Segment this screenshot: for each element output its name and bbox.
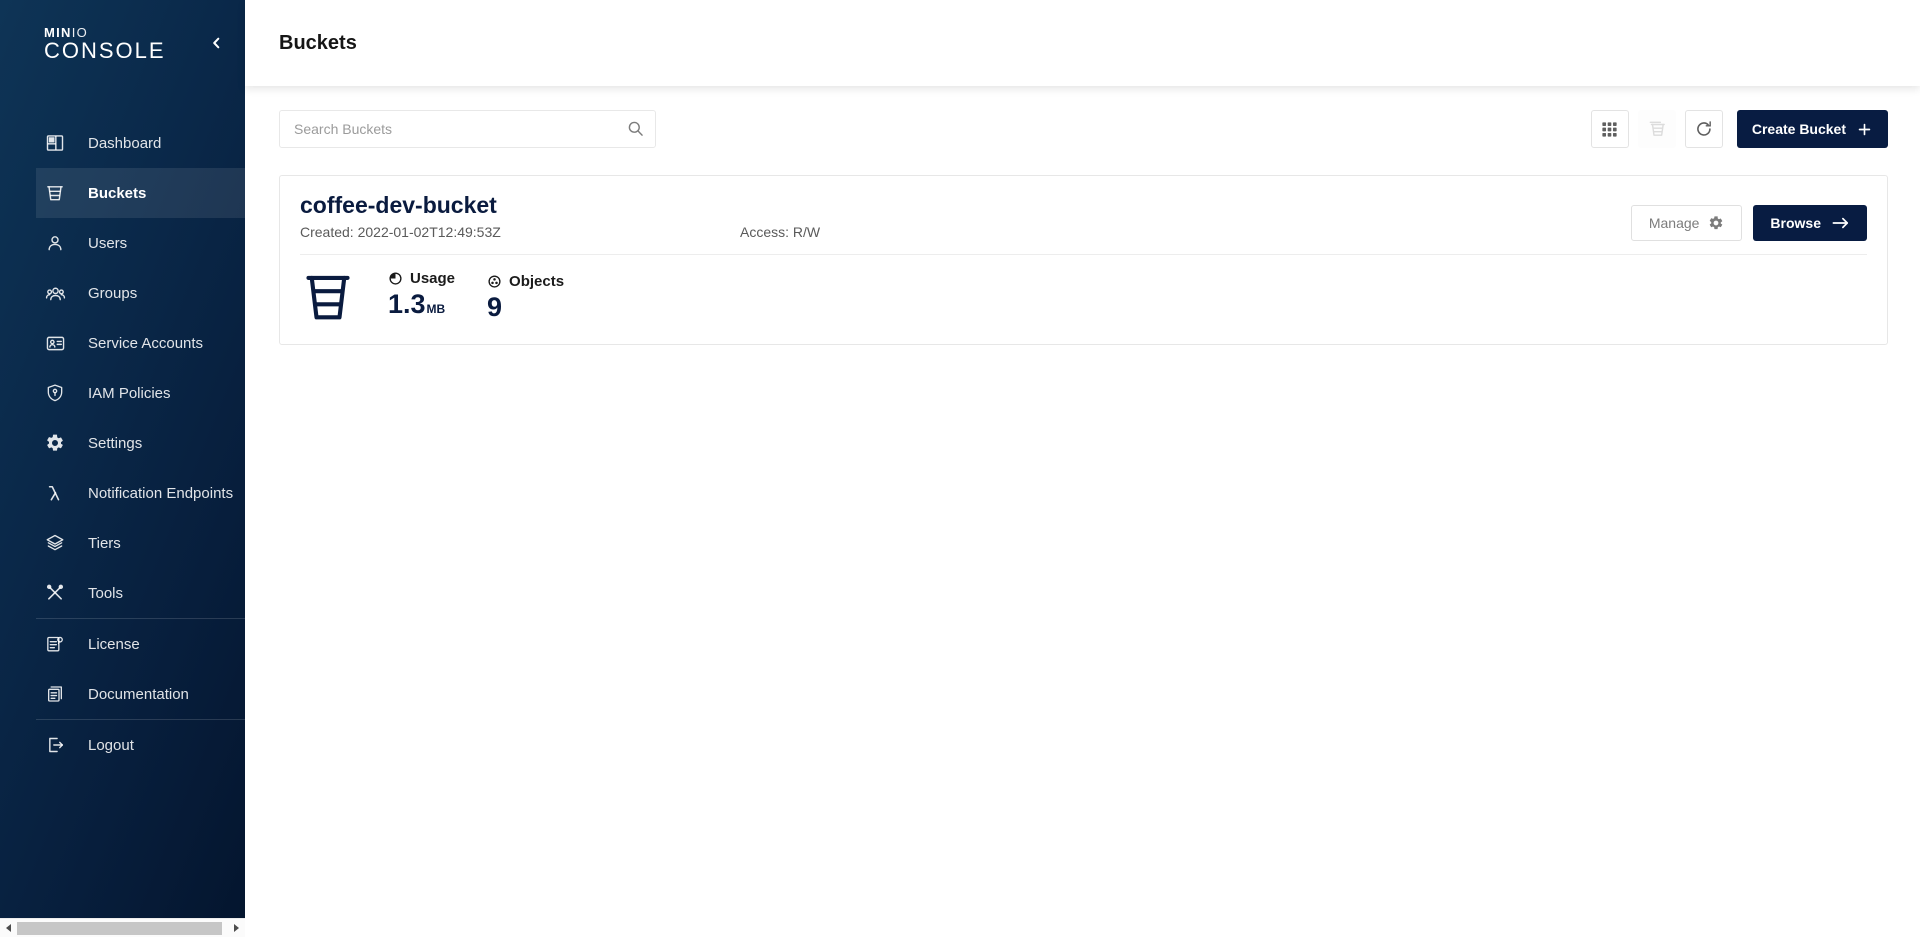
arrow-right-icon [1831, 215, 1850, 231]
create-bucket-button[interactable]: Create Bucket [1737, 110, 1888, 148]
bucket-headings: coffee-dev-bucket Created: 2022-01-02T12… [300, 192, 820, 241]
refresh-button[interactable] [1685, 110, 1723, 148]
sidebar-item-label: License [88, 636, 140, 653]
browse-label: Browse [1770, 215, 1821, 231]
sidebar-item-notification-endpoints[interactable]: Notification Endpoints [0, 468, 245, 518]
minio-brand-text: MINIO [44, 26, 166, 39]
objects-value: 9 [487, 292, 564, 322]
sidebar-item-dashboard[interactable]: Dashboard [0, 118, 245, 168]
sidebar-item-label: Groups [88, 285, 137, 302]
sidebar-item-label: Logout [88, 737, 134, 754]
search-buckets-field [279, 110, 656, 148]
refresh-icon [1694, 119, 1714, 139]
minio-console-logo: MINIO CONSOLE [44, 24, 166, 63]
objects-metric: Objects 9 [487, 273, 564, 322]
main-area: Buckets [245, 0, 1920, 937]
console-brand-text: CONSOLE [44, 39, 166, 63]
manage-label: Manage [1649, 215, 1700, 231]
sidebar-item-service-accounts[interactable]: Service Accounts [0, 318, 245, 368]
scrollbar-right-arrow[interactable] [228, 919, 245, 937]
manage-button[interactable]: Manage [1631, 205, 1743, 241]
usage-value: 1.3MB [388, 289, 455, 324]
logout-icon [44, 734, 66, 756]
usage-pie-icon [388, 271, 403, 286]
buckets-toolbar: Create Bucket [279, 110, 1888, 148]
browse-button[interactable]: Browse [1753, 205, 1867, 241]
page-header: Buckets [245, 0, 1920, 86]
sidebar-item-label: Dashboard [88, 135, 161, 152]
collapse-sidebar-button[interactable] [205, 31, 229, 55]
sidebar-item-settings[interactable]: Settings [0, 418, 245, 468]
gear-icon [1708, 215, 1724, 231]
sidebar-item-logout[interactable]: Logout [0, 720, 245, 770]
documentation-icon [44, 683, 66, 705]
minio-console-app: MINIO CONSOLE Dashboard Buckets [0, 0, 1920, 937]
tools-icon [44, 582, 66, 604]
bucket-created: Created: 2022-01-02T12:49:53Z [300, 224, 740, 240]
sidebar-item-label: Tools [88, 585, 123, 602]
bucket-access: Access: R/W [740, 224, 820, 240]
objects-metric-label: Objects [487, 273, 564, 290]
layers-icon [44, 532, 66, 554]
usage-metric: Usage 1.3MB [388, 270, 455, 324]
sidebar-item-label: Documentation [88, 686, 189, 703]
service-accounts-icon [44, 332, 66, 354]
sidebar-item-label: IAM Policies [88, 385, 171, 402]
lambda-icon [44, 482, 66, 504]
grid-view-button[interactable] [1591, 110, 1629, 148]
license-icon [44, 633, 66, 655]
sidebar-item-tools[interactable]: Tools [0, 568, 245, 618]
scrollbar-thumb[interactable] [17, 922, 222, 935]
user-icon [44, 232, 66, 254]
list-view-button[interactable] [1638, 110, 1676, 148]
usage-unit: MB [427, 302, 446, 316]
usage-metric-label: Usage [388, 270, 455, 287]
sidebar-item-label: Service Accounts [88, 335, 203, 352]
sidebar-item-label: Users [88, 235, 127, 252]
sidebar-item-buckets[interactable]: Buckets [0, 168, 245, 218]
usage-label: Usage [410, 270, 455, 287]
sidebar-horizontal-scrollbar[interactable] [0, 918, 245, 937]
sidebar-item-groups[interactable]: Groups [0, 268, 245, 318]
sidebar-item-tiers[interactable]: Tiers [0, 518, 245, 568]
sidebar-item-users[interactable]: Users [0, 218, 245, 268]
bucket-icon [302, 268, 354, 326]
scrollbar-left-arrow[interactable] [0, 919, 17, 937]
grid-view-icon [1600, 120, 1619, 139]
groups-icon [44, 282, 66, 304]
bucket-name[interactable]: coffee-dev-bucket [300, 192, 820, 219]
sidebar-logo-row: MINIO CONSOLE [0, 0, 245, 86]
bucket-metrics: Usage 1.3MB Objects 9 [300, 255, 1867, 344]
gear-icon [44, 432, 66, 454]
bucket-list-icon [1647, 119, 1667, 139]
buckets-icon [44, 182, 66, 204]
bucket-meta: Created: 2022-01-02T12:49:53Z Access: R/… [300, 224, 820, 240]
create-bucket-label: Create Bucket [1752, 121, 1846, 137]
search-buckets-input[interactable] [279, 110, 656, 148]
usage-number: 1.3 [388, 289, 426, 319]
bucket-actions: Manage Browse [1631, 205, 1867, 241]
view-actions: Create Bucket [1591, 110, 1888, 148]
shield-icon [44, 382, 66, 404]
sidebar-item-license[interactable]: License [0, 619, 245, 669]
page-title: Buckets [279, 32, 357, 55]
objects-label: Objects [509, 273, 564, 290]
objects-icon [487, 274, 502, 289]
sidebar-menu: Dashboard Buckets Users Groups [0, 118, 245, 770]
bucket-card-header: coffee-dev-bucket Created: 2022-01-02T12… [300, 176, 1867, 241]
brand-light: IO [72, 25, 88, 40]
sidebar-item-label: Tiers [88, 535, 121, 552]
sidebar-item-label: Settings [88, 435, 142, 452]
chevron-left-icon [209, 35, 225, 51]
sidebar-item-documentation[interactable]: Documentation [0, 669, 245, 719]
sidebar-item-iam-policies[interactable]: IAM Policies [0, 368, 245, 418]
sidebar: MINIO CONSOLE Dashboard Buckets [0, 0, 245, 937]
buckets-content: Create Bucket coffee-dev-bucket Created:… [245, 86, 1920, 937]
sidebar-item-label: Notification Endpoints [88, 485, 233, 502]
bucket-card[interactable]: coffee-dev-bucket Created: 2022-01-02T12… [279, 175, 1888, 345]
dashboard-icon [44, 132, 66, 154]
plus-icon [1856, 121, 1873, 138]
objects-number: 9 [487, 292, 502, 322]
sidebar-item-label: Buckets [88, 185, 146, 202]
